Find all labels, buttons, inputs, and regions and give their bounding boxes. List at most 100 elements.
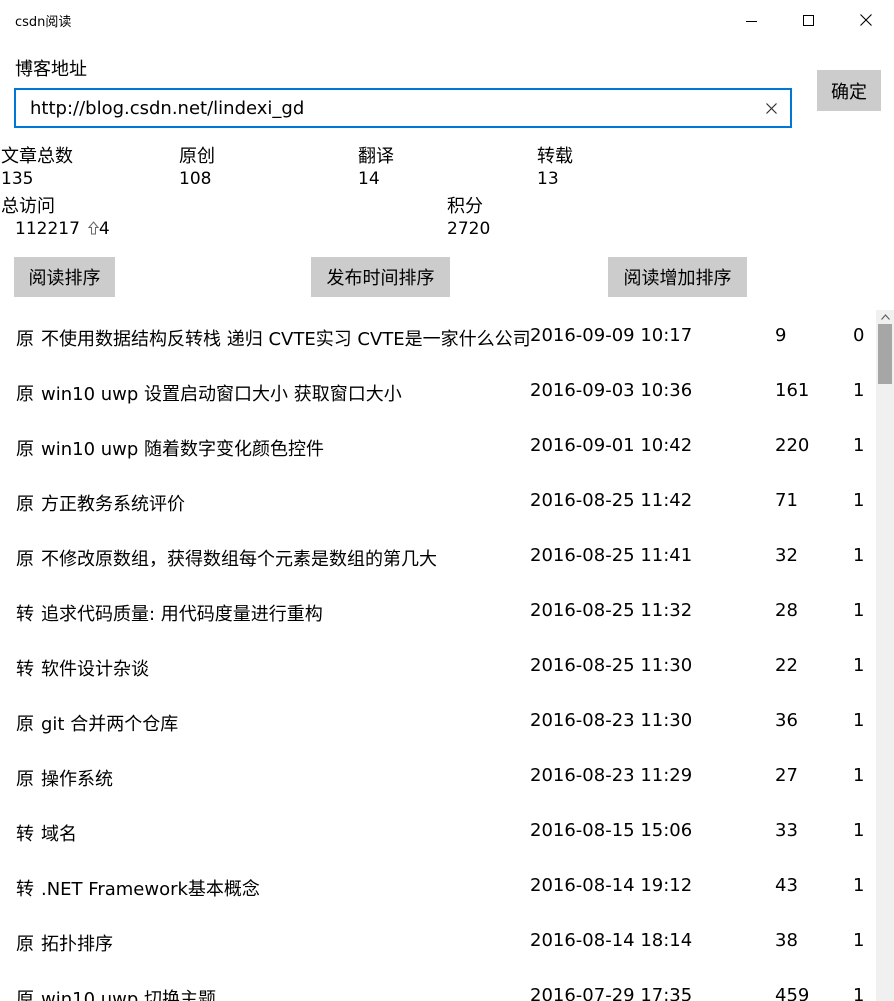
article-read-count: 28 bbox=[775, 600, 798, 621]
article-type-tag: 转 bbox=[16, 824, 34, 845]
article-comment-count: 1 bbox=[853, 655, 865, 676]
article-row[interactable]: 转 .NET Framework基本概念 2016-08-14 19:12 43 1 bbox=[0, 860, 876, 915]
visits-increase-value: 4 bbox=[98, 219, 110, 239]
sort-by-reads-button[interactable]: 阅读排序 bbox=[14, 257, 115, 297]
article-read-count: 32 bbox=[775, 545, 798, 566]
article-row[interactable]: 原方正教务系统评价 2016-08-25 11:42 71 1 bbox=[0, 475, 876, 530]
article-read-count: 38 bbox=[775, 930, 798, 951]
blog-address-label: 博客地址 bbox=[15, 59, 87, 80]
article-type-tag: 原 bbox=[16, 494, 34, 515]
article-read-count: 161 bbox=[775, 380, 810, 401]
article-title: 追求代码质量: 用代码度量进行重构 bbox=[41, 604, 323, 625]
article-comment-count: 1 bbox=[853, 380, 865, 401]
title-bar: csdn阅读 bbox=[0, 0, 894, 40]
article-row[interactable]: 原 win10 uwp 切换主题 2016-07-29 17:35 459 1 bbox=[0, 970, 876, 1001]
article-date: 2016-08-25 11:42 bbox=[530, 490, 693, 511]
article-title: 不使用数据结构反转栈 递归 CVTE实习 CVTE是一家什么公司 bbox=[41, 329, 530, 350]
total-visits-label: 总访问 bbox=[1, 196, 55, 217]
reposted-value: 13 bbox=[537, 169, 559, 189]
article-title: win10 uwp 设置启动窗口大小 获取窗口大小 bbox=[41, 384, 402, 405]
reposted-label: 转载 bbox=[537, 146, 573, 167]
article-row[interactable]: 转域名 2016-08-15 15:06 33 1 bbox=[0, 805, 876, 860]
article-read-count: 43 bbox=[775, 875, 798, 896]
article-date: 2016-08-25 11:32 bbox=[530, 600, 693, 621]
article-date: 2016-08-14 19:12 bbox=[530, 875, 693, 896]
blog-url-input[interactable]: http://blog.csdn.net/lindexi_gd bbox=[14, 88, 792, 128]
article-type-tag: 原 bbox=[16, 549, 34, 570]
maximize-button[interactable] bbox=[780, 0, 837, 40]
article-comment-count: 1 bbox=[853, 930, 865, 951]
arrow-up-icon bbox=[87, 221, 99, 235]
article-date: 2016-07-29 17:35 bbox=[530, 985, 693, 1001]
article-row[interactable]: 原不使用数据结构反转栈 递归 CVTE实习 CVTE是一家什么公司 2016-09… bbox=[0, 310, 876, 365]
article-type-tag: 原 bbox=[16, 384, 34, 405]
article-date: 2016-08-23 11:29 bbox=[530, 765, 693, 786]
article-read-count: 220 bbox=[775, 435, 810, 456]
article-title: 拓扑排序 bbox=[41, 934, 113, 955]
article-title: 方正教务系统评价 bbox=[41, 494, 185, 515]
article-comment-count: 1 bbox=[853, 435, 865, 456]
total-articles-label: 文章总数 bbox=[1, 146, 73, 167]
article-row[interactable]: 转软件设计杂谈 2016-08-25 11:30 22 1 bbox=[0, 640, 876, 695]
translated-value: 14 bbox=[358, 169, 380, 189]
clear-url-button[interactable] bbox=[752, 90, 790, 126]
translated-label: 翻译 bbox=[358, 146, 394, 167]
article-comment-count: 1 bbox=[853, 600, 865, 621]
scrollbar-thumb[interactable] bbox=[878, 324, 892, 384]
article-type-tag: 转 bbox=[16, 659, 34, 680]
article-row[interactable]: 原 win10 uwp 随着数字变化颜色控件 2016-09-01 10:42 220… bbox=[0, 420, 876, 475]
article-comment-count: 0 bbox=[853, 325, 865, 346]
minimize-button[interactable] bbox=[723, 0, 780, 40]
list-scrollbar[interactable] bbox=[876, 310, 894, 1001]
article-date: 2016-08-23 11:30 bbox=[530, 710, 693, 731]
article-comment-count: 1 bbox=[853, 765, 865, 786]
article-date: 2016-08-14 18:14 bbox=[530, 930, 693, 951]
article-title: 域名 bbox=[41, 824, 77, 845]
article-title: 软件设计杂谈 bbox=[41, 659, 149, 680]
article-type-tag: 原 bbox=[16, 714, 34, 735]
confirm-button[interactable]: 确定 bbox=[817, 70, 881, 111]
article-row[interactable]: 原 git 合并两个仓库 2016-08-23 11:30 36 1 bbox=[0, 695, 876, 750]
sort-by-read-increase-button[interactable]: 阅读增加排序 bbox=[608, 257, 747, 297]
blog-url-value[interactable]: http://blog.csdn.net/lindexi_gd bbox=[16, 98, 752, 119]
article-read-count: 33 bbox=[775, 820, 798, 841]
article-title: 不修改原数组，获得数组每个元素是数组的第几大 bbox=[41, 549, 437, 570]
article-type-tag: 原 bbox=[16, 439, 34, 460]
article-date: 2016-08-15 15:06 bbox=[530, 820, 693, 841]
article-title: 操作系统 bbox=[41, 769, 113, 790]
sort-by-publish-time-button[interactable]: 发布时间排序 bbox=[311, 257, 450, 297]
article-title: win10 uwp 随着数字变化颜色控件 bbox=[41, 439, 325, 460]
scroll-up-button[interactable] bbox=[876, 310, 894, 324]
article-row[interactable]: 转追求代码质量: 用代码度量进行重构 2016-08-25 11:32 28 1 bbox=[0, 585, 876, 640]
article-read-count: 9 bbox=[775, 325, 787, 346]
app-window: csdn阅读 博客地址 http://blog.csdn.net/lindexi… bbox=[0, 0, 894, 1001]
article-list: 原不使用数据结构反转栈 递归 CVTE实习 CVTE是一家什么公司 2016-09… bbox=[0, 310, 876, 1001]
article-read-count: 459 bbox=[775, 985, 810, 1001]
article-type-tag: 转 bbox=[16, 879, 34, 900]
article-date: 2016-08-25 11:41 bbox=[530, 545, 693, 566]
article-date: 2016-08-25 11:30 bbox=[530, 655, 693, 676]
article-row[interactable]: 原拓扑排序 2016-08-14 18:14 38 1 bbox=[0, 915, 876, 970]
article-type-tag: 原 bbox=[16, 989, 34, 1001]
article-title: .NET Framework基本概念 bbox=[41, 879, 260, 900]
article-row[interactable]: 原操作系统 2016-08-23 11:29 27 1 bbox=[0, 750, 876, 805]
article-comment-count: 1 bbox=[853, 490, 865, 511]
minimize-icon bbox=[746, 20, 757, 22]
article-read-count: 36 bbox=[775, 710, 798, 731]
article-comment-count: 1 bbox=[853, 985, 865, 1001]
article-row[interactable]: 原不修改原数组，获得数组每个元素是数组的第几大 2016-08-25 11:41 3… bbox=[0, 530, 876, 585]
article-date: 2016-09-01 10:42 bbox=[530, 435, 693, 456]
close-button[interactable] bbox=[837, 0, 894, 40]
total-articles-value: 135 bbox=[1, 169, 34, 189]
article-date: 2016-09-09 10:17 bbox=[530, 325, 693, 346]
article-type-tag: 转 bbox=[16, 604, 34, 625]
window-title: csdn阅读 bbox=[15, 15, 72, 30]
points-label: 积分 bbox=[447, 196, 483, 217]
points-value: 2720 bbox=[447, 219, 491, 239]
article-read-count: 27 bbox=[775, 765, 798, 786]
original-label: 原创 bbox=[179, 146, 215, 167]
article-date: 2016-09-03 10:36 bbox=[530, 380, 693, 401]
article-row[interactable]: 原 win10 uwp 设置启动窗口大小 获取窗口大小 2016-09-03 10:… bbox=[0, 365, 876, 420]
maximize-icon bbox=[803, 14, 814, 26]
article-comment-count: 1 bbox=[853, 820, 865, 841]
